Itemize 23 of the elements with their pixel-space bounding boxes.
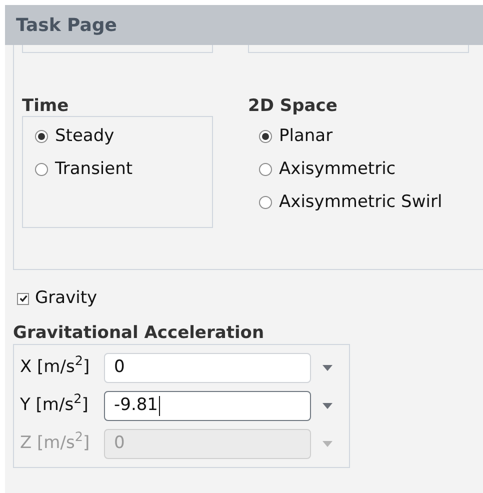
radio-label: Transient [55, 158, 133, 181]
group-title: Time [22, 96, 70, 116]
input-field[interactable]: 0 [104, 352, 311, 382]
input-field[interactable]: -9.81 [104, 390, 311, 420]
radio-button[interactable] [259, 163, 272, 176]
group-title: 2D Space [248, 96, 338, 116]
panel-title: Task Page [16, 14, 118, 38]
radio-button[interactable] [35, 163, 48, 176]
radio-label: Planar [279, 124, 333, 148]
field-label: X [m/s$^{2}$] [20, 354, 91, 379]
radio-button[interactable] [259, 130, 272, 143]
section-title: Gravitational Acceleration [13, 322, 266, 344]
radio-label: Steady [55, 124, 114, 148]
checkbox[interactable] [17, 292, 29, 305]
checkbox-label: Gravity [35, 287, 98, 310]
radio-button[interactable] [35, 130, 48, 143]
dropdown-arrow-icon[interactable] [322, 402, 333, 408]
radio-button[interactable] [259, 196, 272, 209]
field-label: Y [m/s$^{2}$] [20, 392, 90, 417]
dropdown-arrow-icon[interactable] [322, 364, 333, 370]
radio-label: Axisymmetric Swirl [279, 190, 442, 214]
field-label: Z [m/s$^{2}$] [20, 430, 91, 455]
radio-label: Axisymmetric [279, 158, 396, 181]
